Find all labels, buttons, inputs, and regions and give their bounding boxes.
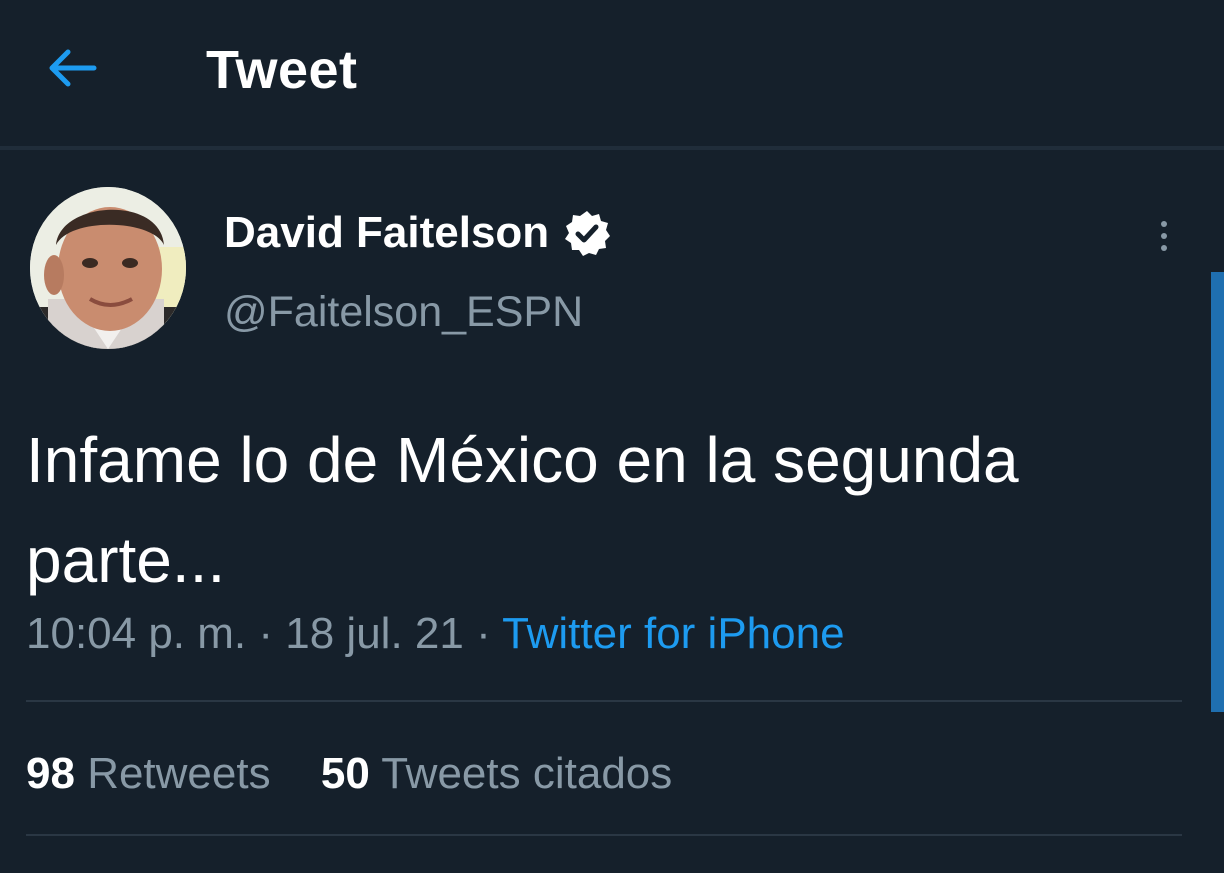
verified-badge-icon	[565, 211, 611, 256]
divider	[26, 700, 1182, 702]
author-handle[interactable]: @Faitelson_ESPN	[224, 284, 583, 340]
quote-tweets-stat[interactable]: 50 Tweets citados	[321, 746, 672, 802]
dot	[1161, 245, 1167, 251]
tweet-date: 18 jul. 21	[285, 609, 464, 658]
author-name[interactable]: David Faitelson	[224, 205, 611, 261]
more-options-button[interactable]	[1148, 210, 1180, 262]
quotes-label: Tweets citados	[381, 749, 673, 798]
tweet-source-link[interactable]: Twitter for iPhone	[502, 609, 844, 658]
retweets-label: Retweets	[87, 749, 271, 798]
scrollbar[interactable]	[1211, 272, 1224, 712]
separator: ·	[476, 609, 491, 658]
divider	[0, 146, 1224, 150]
back-button[interactable]	[40, 40, 104, 96]
display-name-text: David Faitelson	[224, 208, 550, 257]
tweet-stats: 98 Retweets 50 Tweets citados	[26, 746, 672, 802]
dot	[1161, 221, 1167, 227]
avatar[interactable]	[30, 187, 186, 349]
dot	[1161, 233, 1167, 239]
tweet-time: 10:04 p. m.	[26, 609, 247, 658]
arrow-left-icon	[49, 49, 97, 87]
separator: ·	[258, 609, 274, 658]
profile-photo	[30, 187, 186, 349]
divider	[26, 834, 1182, 836]
top-bar: Tweet	[0, 0, 1224, 146]
page-title: Tweet	[206, 40, 358, 100]
retweets-stat[interactable]: 98 Retweets	[26, 746, 271, 802]
retweets-count: 98	[26, 749, 75, 798]
tweet-text: Infame lo de México en la segunda parte.…	[26, 424, 1019, 596]
quotes-count: 50	[320, 749, 370, 798]
tweet-meta: 10:04 p. m. · 18 jul. 21 · Twitter for i…	[26, 606, 845, 662]
